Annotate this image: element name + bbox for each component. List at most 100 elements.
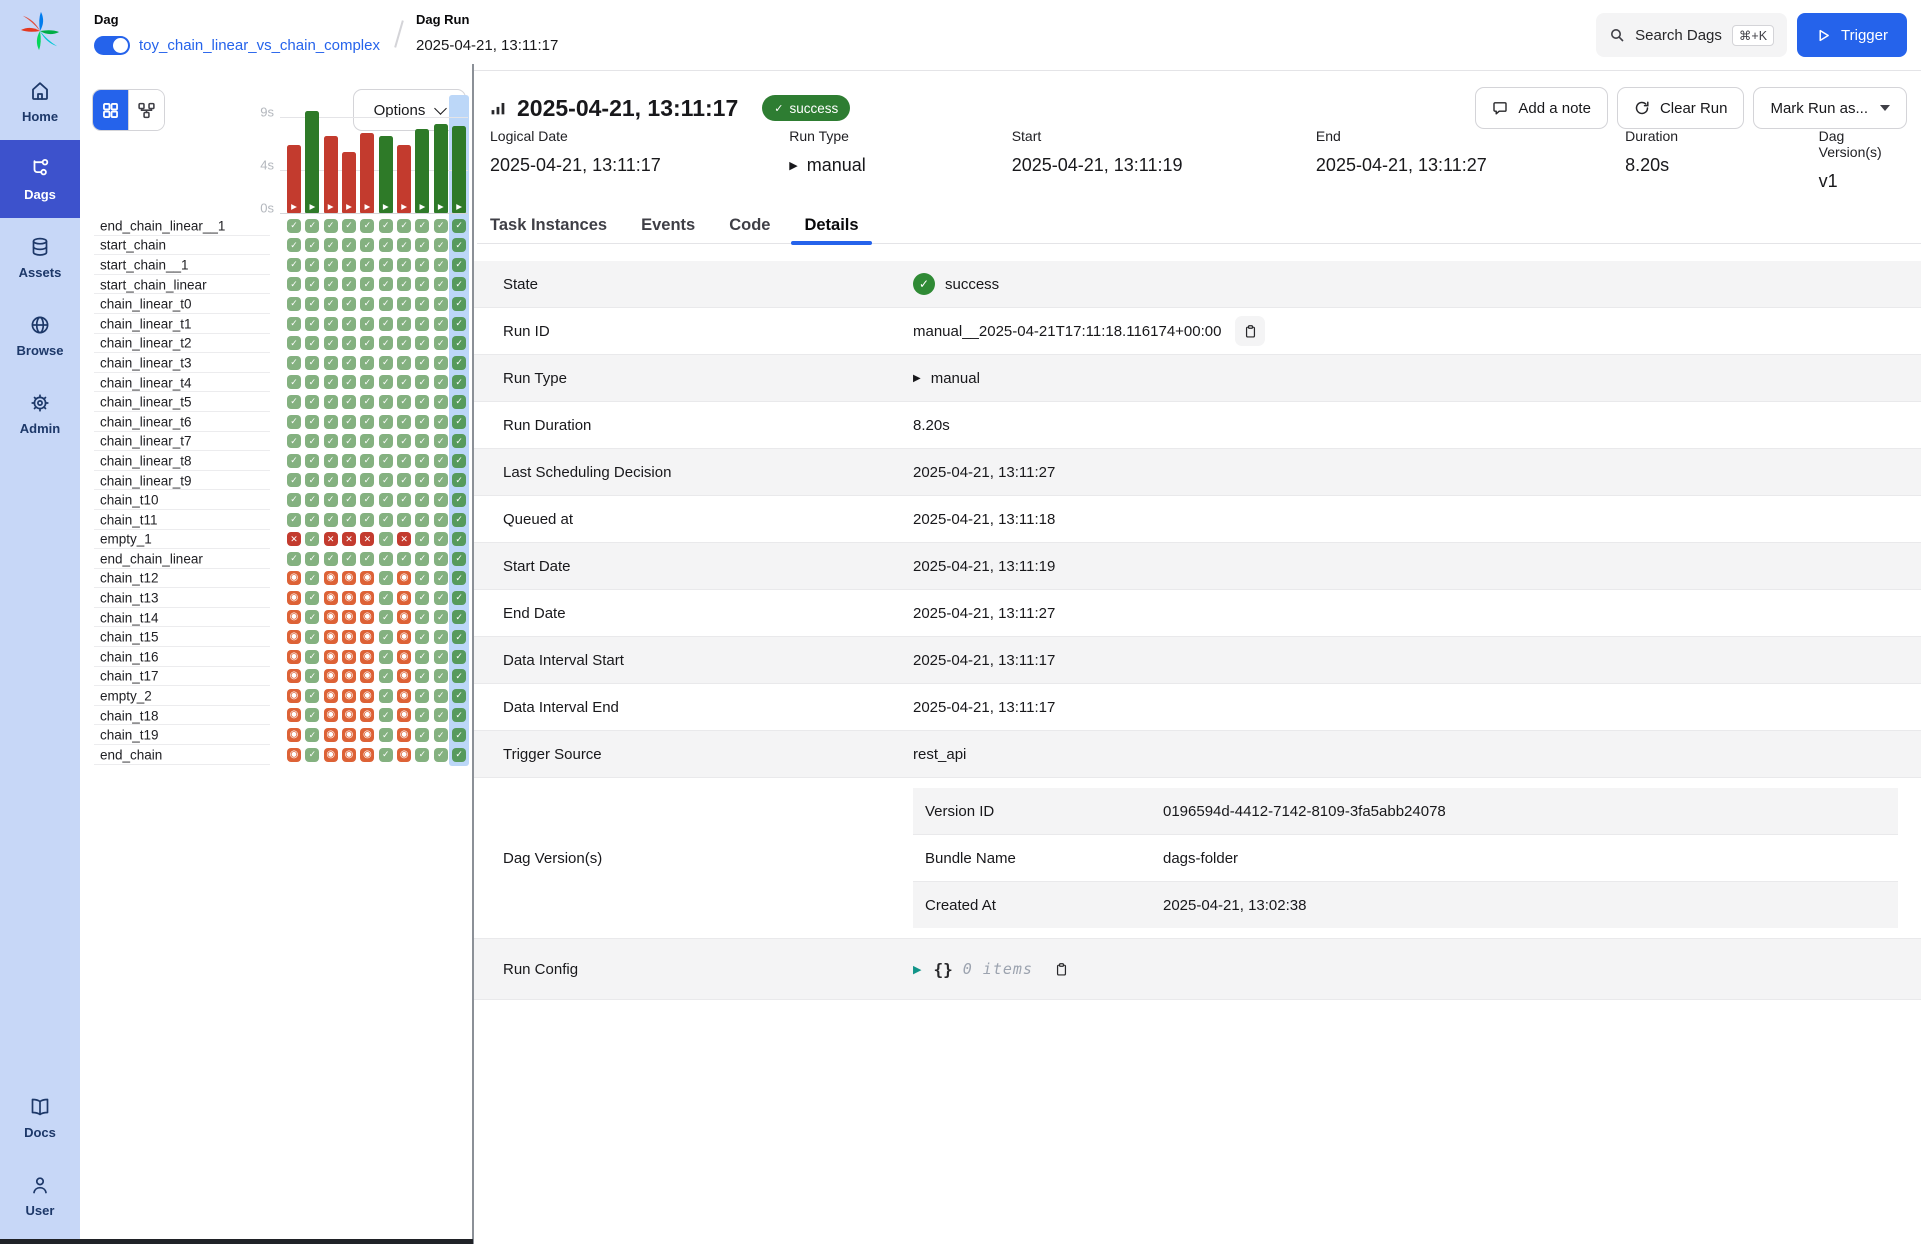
tab-code[interactable]: Code xyxy=(716,207,783,243)
ti-success-icon[interactable]: ✓ xyxy=(434,258,448,272)
ti-success-icon[interactable]: ✓ xyxy=(360,473,374,487)
ti-success-icon[interactable]: ✓ xyxy=(415,708,429,722)
ti-success-icon[interactable]: ✓ xyxy=(324,552,338,566)
task-name[interactable]: chain_t13 xyxy=(100,591,159,606)
ti-success-icon[interactable]: ✓ xyxy=(360,552,374,566)
task-name[interactable]: chain_linear_t7 xyxy=(100,434,192,449)
ti-success-icon[interactable]: ✓ xyxy=(434,454,448,468)
add-note-button[interactable]: Add a note xyxy=(1475,87,1608,129)
ti-success-icon[interactable]: ✓ xyxy=(342,297,356,311)
ti-upstream-failed-icon[interactable]: ◉ xyxy=(397,610,411,624)
ti-success-icon[interactable]: ✓ xyxy=(342,395,356,409)
ti-success-icon[interactable]: ✓ xyxy=(379,630,393,644)
ti-success-icon[interactable]: ✓ xyxy=(452,297,466,311)
ti-upstream-failed-icon[interactable]: ◉ xyxy=(342,610,356,624)
ti-upstream-failed-icon[interactable]: ◉ xyxy=(287,630,301,644)
ti-success-icon[interactable]: ✓ xyxy=(415,297,429,311)
ti-success-icon[interactable]: ✓ xyxy=(415,493,429,507)
ti-success-icon[interactable]: ✓ xyxy=(415,454,429,468)
sidebar-item-assets[interactable]: Assets xyxy=(0,218,80,296)
ti-success-icon[interactable]: ✓ xyxy=(434,610,448,624)
ti-success-icon[interactable]: ✓ xyxy=(434,336,448,350)
ti-upstream-failed-icon[interactable]: ◉ xyxy=(324,728,338,742)
ti-success-icon[interactable]: ✓ xyxy=(287,356,301,370)
ti-success-icon[interactable]: ✓ xyxy=(434,513,448,527)
ti-success-icon[interactable]: ✓ xyxy=(452,454,466,468)
ti-success-icon[interactable]: ✓ xyxy=(342,552,356,566)
sidebar-item-dags[interactable]: Dags xyxy=(0,140,80,218)
ti-success-icon[interactable]: ✓ xyxy=(324,238,338,252)
ti-success-icon[interactable]: ✓ xyxy=(324,317,338,331)
ti-success-icon[interactable]: ✓ xyxy=(360,317,374,331)
ti-success-icon[interactable]: ✓ xyxy=(415,669,429,683)
ti-success-icon[interactable]: ✓ xyxy=(452,277,466,291)
ti-success-icon[interactable]: ✓ xyxy=(287,375,301,389)
ti-success-icon[interactable]: ✓ xyxy=(379,669,393,683)
ti-success-icon[interactable]: ✓ xyxy=(452,434,466,448)
ti-upstream-failed-icon[interactable]: ◉ xyxy=(287,748,301,762)
ti-success-icon[interactable]: ✓ xyxy=(452,356,466,370)
ti-success-icon[interactable]: ✓ xyxy=(397,513,411,527)
ti-success-icon[interactable]: ✓ xyxy=(379,728,393,742)
run-config-expander[interactable]: ▶ xyxy=(913,963,921,976)
ti-success-icon[interactable]: ✓ xyxy=(379,277,393,291)
dag-name-link[interactable]: toy_chain_linear_vs_chain_complex xyxy=(139,37,380,54)
ti-success-icon[interactable]: ✓ xyxy=(287,297,301,311)
ti-upstream-failed-icon[interactable]: ◉ xyxy=(342,630,356,644)
ti-success-icon[interactable]: ✓ xyxy=(434,748,448,762)
ti-success-icon[interactable]: ✓ xyxy=(360,493,374,507)
ti-upstream-failed-icon[interactable]: ◉ xyxy=(397,571,411,585)
ti-success-icon[interactable]: ✓ xyxy=(452,238,466,252)
ti-success-icon[interactable]: ✓ xyxy=(452,473,466,487)
ti-success-icon[interactable]: ✓ xyxy=(397,356,411,370)
ti-success-icon[interactable]: ✓ xyxy=(415,219,429,233)
ti-success-icon[interactable]: ✓ xyxy=(452,317,466,331)
ti-upstream-failed-icon[interactable]: ◉ xyxy=(360,669,374,683)
ti-success-icon[interactable]: ✓ xyxy=(305,297,319,311)
ti-success-icon[interactable]: ✓ xyxy=(397,336,411,350)
sidebar-item-home[interactable]: Home xyxy=(0,62,80,140)
ti-success-icon[interactable]: ✓ xyxy=(434,728,448,742)
ti-success-icon[interactable]: ✓ xyxy=(360,415,374,429)
task-name[interactable]: chain_t16 xyxy=(100,649,159,664)
ti-success-icon[interactable]: ✓ xyxy=(342,238,356,252)
ti-success-icon[interactable]: ✓ xyxy=(452,728,466,742)
ti-success-icon[interactable]: ✓ xyxy=(397,493,411,507)
ti-success-icon[interactable]: ✓ xyxy=(360,258,374,272)
ti-success-icon[interactable]: ✓ xyxy=(452,669,466,683)
ti-success-icon[interactable]: ✓ xyxy=(287,434,301,448)
ti-upstream-failed-icon[interactable]: ◉ xyxy=(397,669,411,683)
task-name[interactable]: end_chain_linear__1 xyxy=(100,218,225,233)
ti-success-icon[interactable]: ✓ xyxy=(415,689,429,703)
ti-success-icon[interactable]: ✓ xyxy=(287,277,301,291)
ti-upstream-failed-icon[interactable]: ◉ xyxy=(287,650,301,664)
ti-success-icon[interactable]: ✓ xyxy=(287,552,301,566)
ti-upstream-failed-icon[interactable]: ◉ xyxy=(324,610,338,624)
task-name[interactable]: chain_t11 xyxy=(100,512,158,527)
ti-upstream-failed-icon[interactable]: ◉ xyxy=(397,689,411,703)
duration-bar[interactable]: ▶ xyxy=(452,126,466,213)
ti-success-icon[interactable]: ✓ xyxy=(305,669,319,683)
ti-success-icon[interactable]: ✓ xyxy=(342,415,356,429)
ti-success-icon[interactable]: ✓ xyxy=(415,473,429,487)
ti-upstream-failed-icon[interactable]: ◉ xyxy=(342,571,356,585)
task-name[interactable]: chain_linear_t1 xyxy=(100,316,192,331)
ti-upstream-failed-icon[interactable]: ◉ xyxy=(342,708,356,722)
ti-success-icon[interactable]: ✓ xyxy=(379,395,393,409)
ti-success-icon[interactable]: ✓ xyxy=(397,238,411,252)
ti-success-icon[interactable]: ✓ xyxy=(287,513,301,527)
ti-upstream-failed-icon[interactable]: ◉ xyxy=(287,689,301,703)
ti-success-icon[interactable]: ✓ xyxy=(287,415,301,429)
ti-success-icon[interactable]: ✓ xyxy=(360,219,374,233)
ti-failed-icon[interactable]: ✕ xyxy=(324,532,338,546)
ti-success-icon[interactable]: ✓ xyxy=(452,748,466,762)
ti-success-icon[interactable]: ✓ xyxy=(434,238,448,252)
ti-success-icon[interactable]: ✓ xyxy=(379,708,393,722)
ti-success-icon[interactable]: ✓ xyxy=(324,277,338,291)
ti-success-icon[interactable]: ✓ xyxy=(434,708,448,722)
duration-bar[interactable]: ▶ xyxy=(360,133,374,213)
search-dags-button[interactable]: Search Dags ⌘+K xyxy=(1596,13,1787,57)
ti-success-icon[interactable]: ✓ xyxy=(379,591,393,605)
ti-upstream-failed-icon[interactable]: ◉ xyxy=(324,708,338,722)
ti-success-icon[interactable]: ✓ xyxy=(452,493,466,507)
